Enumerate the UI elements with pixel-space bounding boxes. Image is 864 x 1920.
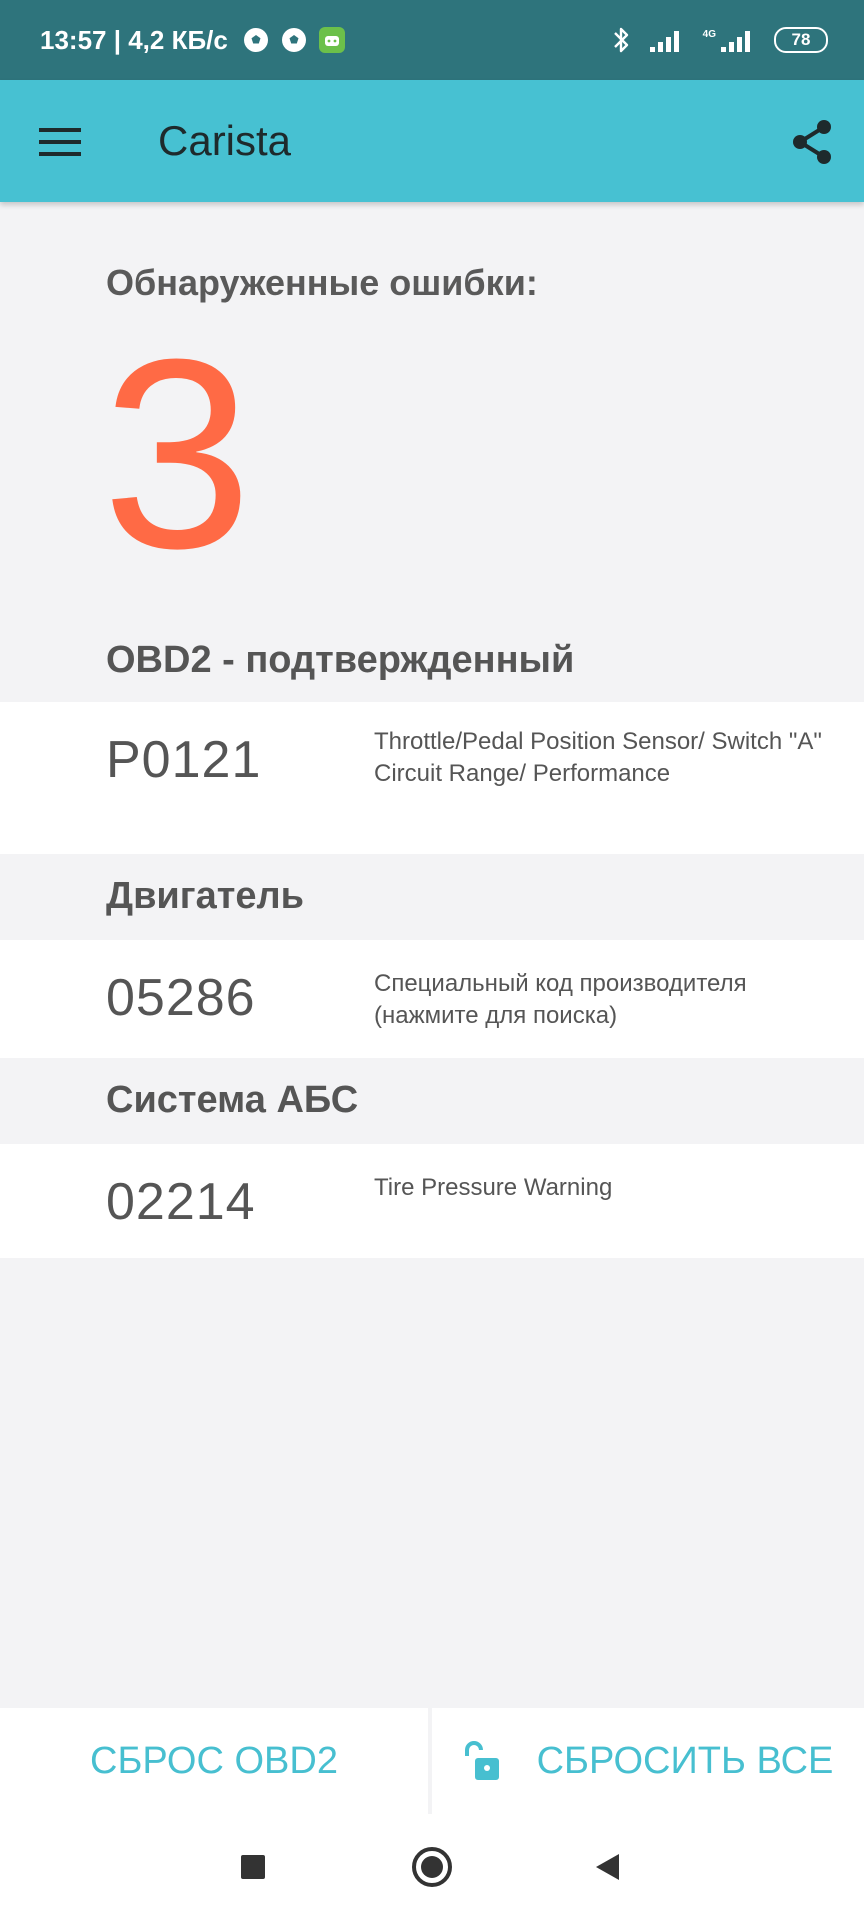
soccer-ball-icon	[243, 28, 268, 52]
bottom-actions: СБРОС OBD2 СБРОСИТЬ ВСЕ	[0, 1708, 864, 1814]
notification-icons	[242, 26, 346, 54]
app-bar: Carista	[0, 80, 864, 202]
error-row[interactable]: 05286 Специальный код производителя (наж…	[0, 940, 864, 1058]
menu-button[interactable]	[30, 112, 90, 172]
status-right: 4G 78	[611, 0, 828, 80]
unlock-icon	[464, 1741, 499, 1780]
status-time-speed: 13:57 | 4,2 КБ/с	[40, 24, 228, 55]
share-icon	[793, 120, 831, 164]
section-title-abs: Система АБС	[106, 1079, 359, 1121]
error-description: Специальный код производителя (нажмите д…	[374, 970, 747, 1029]
circle-icon	[412, 1847, 452, 1887]
section-title-engine: Двигатель	[106, 875, 304, 917]
bluetooth-icon	[613, 27, 628, 53]
section-title-obd2: OBD2 - подтвержденный	[106, 639, 575, 681]
reset-all-label: СБРОСИТЬ ВСЕ	[536, 1739, 834, 1782]
recents-button[interactable]	[226, 1840, 280, 1894]
errors-count: 3	[102, 304, 253, 605]
network-type-label: 4G	[702, 28, 716, 40]
square-icon	[241, 1855, 265, 1879]
signal-icon	[649, 31, 679, 52]
reset-obd2-label: СБРОС OBD2	[90, 1739, 338, 1782]
home-button[interactable]	[405, 1840, 459, 1894]
error-description: Tire Pressure Warning	[374, 1174, 613, 1201]
system-navigation-bar	[0, 1814, 864, 1920]
reset-obd2-button[interactable]: СБРОС OBD2	[0, 1708, 428, 1814]
app-title: Carista	[158, 117, 292, 164]
signal-4g-icon	[721, 31, 750, 52]
status-bar: 13:57 | 4,2 КБ/с 4G 78	[0, 0, 864, 80]
hamburger-menu-icon	[39, 128, 81, 156]
errors-heading: Обнаруженные ошибки:	[106, 262, 538, 303]
back-button[interactable]	[580, 1840, 634, 1894]
share-button[interactable]	[780, 110, 844, 174]
status-left: 13:57 | 4,2 КБ/с	[40, 0, 346, 80]
error-code: 05286	[106, 969, 256, 1027]
error-description: Throttle/Pedal Position Sensor/ Switch "…	[374, 728, 822, 787]
error-row[interactable]: 02214 Tire Pressure Warning	[0, 1144, 864, 1258]
error-row[interactable]: P0121 Throttle/Pedal Position Sensor/ Sw…	[0, 702, 864, 854]
triangle-back-icon	[596, 1854, 619, 1880]
error-code: P0121	[106, 731, 262, 789]
battery-indicator: 78	[774, 27, 828, 53]
soccer-ball-icon	[281, 28, 306, 52]
reset-all-button[interactable]: СБРОСИТЬ ВСЕ	[432, 1708, 864, 1814]
error-code: 02214	[106, 1173, 256, 1231]
android-app-icon	[318, 27, 345, 53]
